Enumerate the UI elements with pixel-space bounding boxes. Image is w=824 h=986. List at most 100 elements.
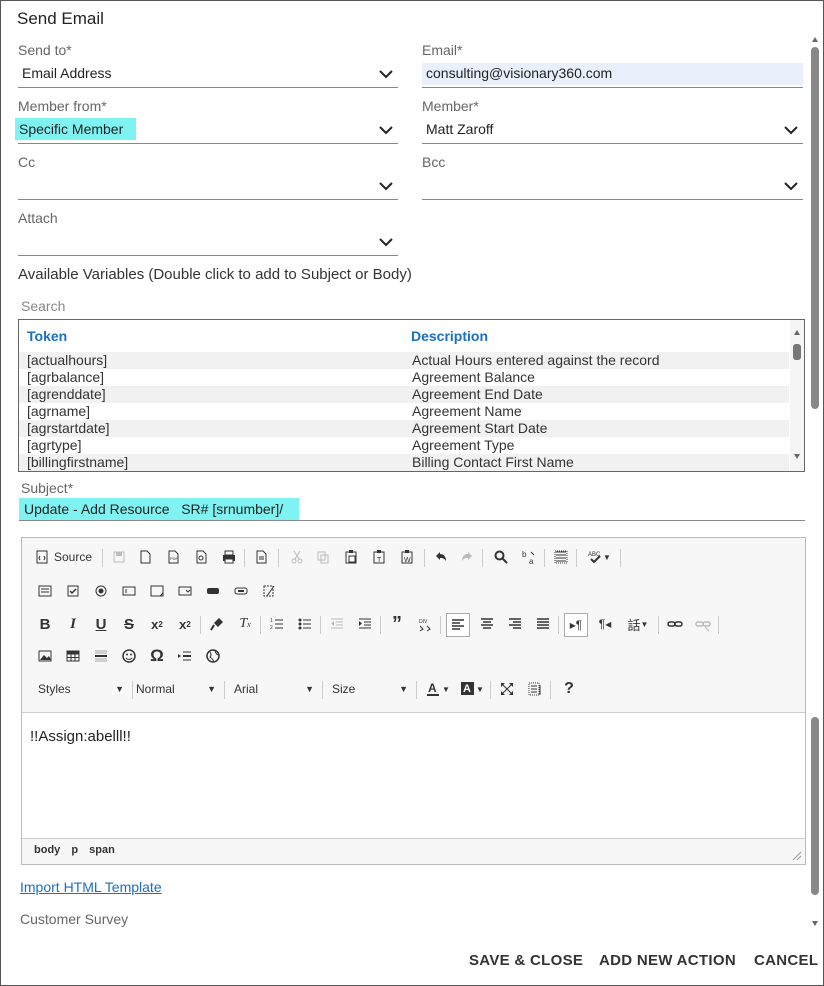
subject-input[interactable]: Update - Add Resource SR# [srnumber]/ [19, 498, 299, 520]
justify-icon[interactable] [532, 613, 554, 635]
table-row[interactable]: [agrtype] Agreement Type [19, 437, 789, 454]
help-icon[interactable]: ? [558, 678, 580, 700]
checkbox-icon[interactable] [62, 580, 84, 602]
print-icon[interactable] [218, 546, 240, 568]
show-blocks-icon[interactable] [524, 678, 546, 700]
variables-table[interactable]: Token Description [actualhours] Actual Ho… [18, 319, 805, 472]
table-row[interactable]: [actualhours] Actual Hours entered agains… [19, 352, 789, 369]
radio-icon[interactable] [90, 580, 112, 602]
iframe-globe-icon[interactable] [202, 645, 224, 667]
chevron-down-icon[interactable] [378, 180, 394, 192]
path-span[interactable]: span [89, 844, 115, 856]
text-color-button[interactable]: A ▼ [424, 678, 452, 700]
rtl-icon[interactable]: ¶◂ [594, 613, 616, 635]
cut-icon[interactable] [286, 546, 308, 568]
path-p[interactable]: p [71, 844, 78, 856]
table-row[interactable]: [agrname] Agreement Name [19, 403, 789, 420]
create-div-icon[interactable]: DIV [414, 613, 436, 635]
smiley-icon[interactable] [118, 645, 140, 667]
maximize-icon[interactable] [496, 678, 518, 700]
numbered-list-icon[interactable]: 12 [266, 613, 288, 635]
ltr-icon[interactable]: ▸¶ [564, 613, 588, 637]
image-icon[interactable] [34, 645, 56, 667]
chevron-down-icon[interactable] [378, 68, 394, 80]
chevron-down-icon[interactable] [783, 180, 799, 192]
path-body[interactable]: body [34, 844, 60, 856]
bold-icon[interactable]: B [34, 613, 56, 635]
blockquote-icon[interactable]: ” [386, 613, 408, 635]
member-select[interactable]: Member* Matt Zaroff [422, 98, 803, 146]
horizontal-line-icon[interactable] [90, 645, 112, 667]
copy-icon[interactable] [312, 546, 334, 568]
underline-icon[interactable]: U [90, 613, 112, 635]
hidden-field-icon[interactable] [258, 580, 280, 602]
link-icon[interactable] [664, 613, 686, 635]
image-button-icon[interactable] [230, 580, 252, 602]
strikethrough-icon[interactable]: S [118, 613, 140, 635]
styles-dropdown[interactable]: Styles ▼ [38, 678, 128, 700]
copy-formatting-icon[interactable] [206, 613, 228, 635]
attach-select[interactable]: Attach [18, 210, 398, 258]
email-input[interactable]: consulting@visionary360.com [426, 62, 612, 84]
preview-icon[interactable] [190, 546, 212, 568]
member-from-select[interactable]: Member from* Specific Member [15, 98, 398, 146]
bcc-select[interactable]: Bcc [422, 154, 803, 202]
increase-indent-icon[interactable] [354, 613, 376, 635]
form-icon[interactable] [34, 580, 56, 602]
variables-search-input[interactable]: Search [21, 298, 65, 314]
align-center-icon[interactable] [476, 613, 498, 635]
resize-handle-icon[interactable] [792, 851, 802, 861]
background-color-button[interactable]: A ▼ [458, 678, 486, 700]
font-dropdown[interactable]: Arial ▼ [234, 678, 318, 700]
paste-text-icon[interactable]: T [368, 546, 390, 568]
unlink-icon[interactable] [692, 613, 714, 635]
select-all-icon[interactable] [550, 546, 572, 568]
templates-icon[interactable] [250, 546, 272, 568]
superscript-icon[interactable]: x2 [174, 613, 196, 635]
save-close-button[interactable]: SAVE & CLOSE [469, 952, 583, 969]
spellcheck-button[interactable]: ABC ▼ [582, 546, 616, 568]
new-page-icon[interactable] [134, 546, 156, 568]
chevron-down-icon[interactable] [783, 124, 799, 136]
bulleted-list-icon[interactable] [294, 613, 316, 635]
align-left-icon[interactable] [446, 613, 470, 637]
page-break-icon[interactable] [174, 645, 196, 667]
button-field-icon[interactable] [202, 580, 224, 602]
redo-icon[interactable] [456, 546, 478, 568]
remove-format-icon[interactable]: Tx [234, 613, 256, 635]
special-char-icon[interactable]: Ω [146, 645, 168, 667]
export-pdf-icon[interactable]: PDF [162, 546, 184, 568]
select-field-icon[interactable] [174, 580, 196, 602]
replace-icon[interactable]: ba [518, 546, 540, 568]
table-row[interactable]: [agrenddate] Agreement End Date [19, 386, 789, 403]
language-button[interactable]: 話 ▼ [622, 613, 654, 635]
find-icon[interactable] [490, 546, 512, 568]
send-to-select[interactable]: Send to* Email Address [18, 42, 398, 90]
align-right-icon[interactable] [504, 613, 526, 635]
add-new-action-button[interactable]: ADD NEW ACTION [599, 952, 736, 969]
variables-scrollbar[interactable] [790, 320, 804, 471]
textarea-icon[interactable] [146, 580, 168, 602]
paste-icon[interactable] [340, 546, 362, 568]
import-html-template-link[interactable]: Import HTML Template [20, 879, 162, 895]
chevron-down-icon[interactable] [378, 124, 394, 136]
undo-icon[interactable] [430, 546, 452, 568]
email-field[interactable]: Email* consulting@visionary360.com [422, 42, 803, 90]
table-row[interactable]: [billingfirstname] Billing Contact First … [19, 454, 789, 471]
text-field-icon[interactable] [118, 580, 140, 602]
save-icon[interactable] [108, 546, 130, 568]
cc-select[interactable]: Cc [18, 154, 398, 202]
editor-content-area[interactable]: !!Assign:abelll!! [22, 712, 805, 839]
subscript-icon[interactable]: x2 [146, 613, 168, 635]
format-dropdown[interactable]: Normal ▼ [136, 678, 220, 700]
table-row[interactable]: [agrbalance] Agreement Balance [19, 369, 789, 386]
italic-icon[interactable]: I [62, 613, 84, 635]
paste-word-icon[interactable]: W [396, 546, 418, 568]
cancel-button[interactable]: CANCEL [754, 952, 818, 969]
source-button[interactable]: Source [34, 546, 94, 568]
decrease-indent-icon[interactable] [326, 613, 348, 635]
table-icon[interactable] [62, 645, 84, 667]
chevron-down-icon[interactable] [378, 236, 394, 248]
table-row[interactable]: [agrstartdate] Agreement Start Date [19, 420, 789, 437]
dialog-scrollbar[interactable] [808, 31, 822, 931]
